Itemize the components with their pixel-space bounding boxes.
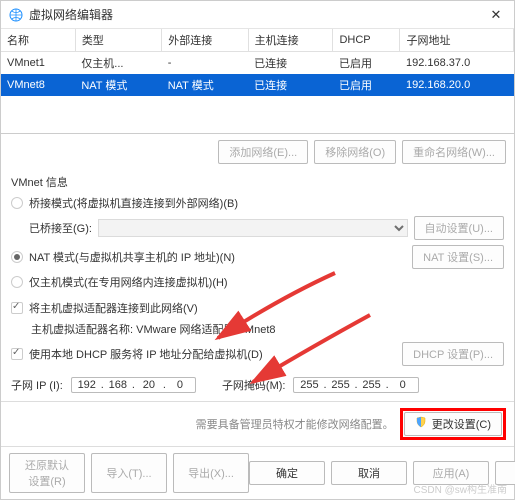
host-adapter-checkbox xyxy=(11,302,23,314)
column-header[interactable]: 外部连接 xyxy=(162,29,248,52)
column-header[interactable]: 名称 xyxy=(1,29,75,52)
restore-defaults-button[interactable]: 还原默认设置(R) xyxy=(9,453,85,493)
app-icon xyxy=(9,8,23,22)
shield-icon xyxy=(415,416,427,428)
subnet-ip-label: 子网 IP (I): xyxy=(11,377,63,393)
subnet-mask-label: 子网掩码(M): xyxy=(222,377,286,393)
dhcp-label: 使用本地 DHCP 服务将 IP 地址分配给虚拟机(D) xyxy=(29,346,396,362)
admin-note: 需要具备管理员特权才能修改网络配置。 xyxy=(196,416,394,432)
host-adapter-label: 将主机虚拟适配器连接到此网络(V) xyxy=(29,300,504,316)
column-header[interactable]: 子网地址 xyxy=(400,29,514,52)
table-row[interactable]: VMnet1仅主机...-已连接已启用192.168.37.0 xyxy=(1,52,514,75)
export-button[interactable]: 导出(X)... xyxy=(173,453,249,493)
watermark: CSDN @sw构生准南 xyxy=(414,481,508,496)
column-header[interactable]: DHCP xyxy=(333,29,400,52)
network-table[interactable]: 名称类型外部连接主机连接DHCP子网地址 VMnet1仅主机...-已连接已启用… xyxy=(1,29,514,134)
dhcp-checkbox xyxy=(11,348,23,360)
import-button[interactable]: 导入(T)... xyxy=(91,453,167,493)
bridged-to-label: 已桥接至(G): xyxy=(29,220,92,236)
auto-settings-button: 自动设置(U)... xyxy=(414,216,504,240)
nat-label: NAT 模式(与虚拟机共享主机的 IP 地址)(N) xyxy=(29,249,406,265)
bridge-radio xyxy=(11,197,23,209)
hostonly-label: 仅主机模式(在专用网络内连接虚拟机)(H) xyxy=(29,274,504,290)
change-settings-button[interactable]: 更改设置(C) xyxy=(404,412,502,436)
column-header[interactable]: 主机连接 xyxy=(248,29,333,52)
dhcp-settings-button[interactable]: DHCP 设置(P)... xyxy=(402,342,504,366)
rename-network-button[interactable]: 重命名网络(W)... xyxy=(402,140,506,164)
close-icon[interactable]: ✕ xyxy=(486,5,506,25)
adapter-name-label: 主机虚拟适配器名称: xyxy=(31,324,136,336)
subnet-mask-input: 255.255.255.0 xyxy=(293,377,418,393)
ok-button[interactable]: 确定 xyxy=(249,461,325,485)
adapter-name-value: VMware 网络适配器 VMnet8 xyxy=(136,324,275,336)
hostonly-radio xyxy=(11,276,23,288)
nat-settings-button[interactable]: NAT 设置(S)... xyxy=(412,245,504,269)
bridge-label: 桥接模式(将虚拟机直接连接到外部网络)(B) xyxy=(29,195,504,211)
window-title: 虚拟网络编辑器 xyxy=(29,6,486,23)
add-network-button[interactable]: 添加网络(E)... xyxy=(218,140,308,164)
table-row[interactable]: VMnet8NAT 模式NAT 模式已连接已启用192.168.20.0 xyxy=(1,74,514,96)
bridged-to-select xyxy=(98,219,408,237)
column-header[interactable]: 类型 xyxy=(75,29,161,52)
cancel-button[interactable]: 取消 xyxy=(331,461,407,485)
vmnet-info-title: VMnet 信息 xyxy=(11,174,504,190)
nat-radio xyxy=(11,251,23,263)
subnet-ip-input: 192.168.20.0 xyxy=(71,377,196,393)
remove-network-button[interactable]: 移除网络(O) xyxy=(314,140,396,164)
